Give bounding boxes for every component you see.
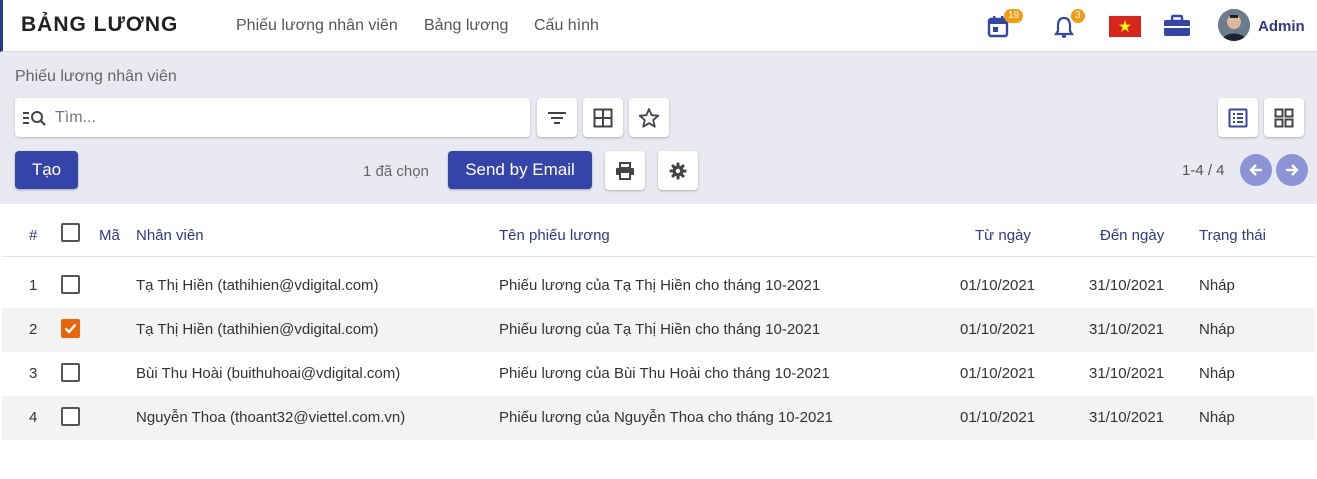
arrow-left-icon xyxy=(1249,164,1262,176)
favorites-button[interactable] xyxy=(629,98,669,137)
send-email-button[interactable]: Send by Email xyxy=(448,151,592,189)
row-from-date: 01/10/2021 xyxy=(960,365,1036,382)
grid-view-icon xyxy=(1274,108,1294,127)
payslip-table: # Mã Nhân viên Tên phiếu lương Từ ngày Đ… xyxy=(2,204,1315,440)
row-checkbox[interactable] xyxy=(61,319,80,338)
create-button[interactable]: Tạo xyxy=(15,151,78,189)
notification-badge: 3 xyxy=(1071,9,1085,23)
app-title[interactable]: BẢNG LƯƠNG xyxy=(21,13,178,37)
table-row[interactable]: 4 Nguyễn Thoa (thoant32@viettel.com.vn) … xyxy=(2,396,1315,440)
table-row[interactable]: 1 Tạ Thị Hiền (tathihien@vdigital.com) P… xyxy=(2,264,1315,308)
row-status: Nháp xyxy=(1199,409,1235,426)
table-row[interactable]: 2 Tạ Thị Hiền (tathihien@vdigital.com) P… xyxy=(2,308,1315,352)
list-view-button[interactable] xyxy=(1218,98,1258,137)
notification-button[interactable]: 3 xyxy=(1053,9,1093,40)
pager-next-button[interactable] xyxy=(1276,154,1308,186)
user-photo-icon xyxy=(1218,9,1250,41)
printer-icon xyxy=(616,161,634,180)
column-code[interactable]: Mã xyxy=(99,227,120,244)
briefcase-icon xyxy=(1164,14,1190,36)
pager-previous-button[interactable] xyxy=(1240,154,1272,186)
table-row[interactable]: 3 Bùi Thu Hoài (buithuhoai@vdigital.com)… xyxy=(2,352,1315,396)
print-button[interactable] xyxy=(605,151,645,190)
row-status: Nháp xyxy=(1199,277,1235,294)
filter-icon xyxy=(548,111,566,124)
row-status: Nháp xyxy=(1199,321,1235,338)
row-checkbox[interactable] xyxy=(61,363,80,382)
column-status[interactable]: Trạng thái xyxy=(1199,227,1266,244)
row-index: 3 xyxy=(29,365,38,382)
row-checkbox[interactable] xyxy=(61,407,80,426)
search-icon xyxy=(23,111,46,126)
kanban-view-button[interactable] xyxy=(1264,98,1304,137)
row-to-date: 31/10/2021 xyxy=(1089,409,1165,426)
top-navbar: BẢNG LƯƠNG Phiếu lương nhân viên Bảng lư… xyxy=(0,0,1317,52)
row-to-date: 31/10/2021 xyxy=(1089,365,1165,382)
gear-icon xyxy=(669,162,687,179)
row-index: 4 xyxy=(29,409,38,426)
row-index: 1 xyxy=(29,277,38,294)
column-index: # xyxy=(29,227,38,244)
list-view-icon xyxy=(1228,108,1248,127)
row-employee: Tạ Thị Hiền (tathihien@vdigital.com) xyxy=(136,321,379,338)
checkmark-icon xyxy=(64,323,77,334)
action-button[interactable] xyxy=(658,151,698,190)
avatar[interactable] xyxy=(1218,9,1250,41)
breadcrumb: Phiếu lương nhân viên xyxy=(15,68,177,85)
row-from-date: 01/10/2021 xyxy=(960,277,1036,294)
apps-button[interactable] xyxy=(1163,12,1191,40)
calendar-button[interactable]: 19 xyxy=(987,9,1027,40)
table-header: # Mã Nhân viên Tên phiếu lương Từ ngày Đ… xyxy=(2,204,1315,257)
language-button[interactable] xyxy=(1109,16,1141,37)
control-panel: Phiếu lương nhân viên Tìm... Tạo 1 đã ch… xyxy=(0,53,1317,204)
row-payslip-name: Phiếu lương của Tạ Thị Hiền cho tháng 10… xyxy=(499,321,821,338)
pager-value[interactable]: 1-4 / 4 xyxy=(1182,162,1225,179)
row-checkbox[interactable] xyxy=(61,275,80,294)
row-payslip-name: Phiếu lương của Tạ Thị Hiền cho tháng 10… xyxy=(499,277,821,294)
row-employee: Nguyễn Thoa (thoant32@viettel.com.vn) xyxy=(136,409,406,426)
user-name[interactable]: Admin xyxy=(1258,18,1305,35)
column-to-date[interactable]: Đến ngày xyxy=(1100,227,1164,244)
row-payslip-name: Phiếu lương của Bùi Thu Hoài cho tháng 1… xyxy=(499,365,830,382)
search-input[interactable]: Tìm... xyxy=(15,98,530,137)
table-grid-icon xyxy=(593,108,613,127)
select-all-checkbox[interactable] xyxy=(61,223,80,242)
group-by-button[interactable] xyxy=(583,98,623,137)
row-employee: Bùi Thu Hoài (buithuhoai@vdigital.com) xyxy=(136,365,401,382)
row-to-date: 31/10/2021 xyxy=(1089,277,1165,294)
nav-settings[interactable]: Cấu hình xyxy=(534,17,599,35)
row-index: 2 xyxy=(29,321,38,338)
row-payslip-name: Phiếu lương của Nguyễn Thoa cho tháng 10… xyxy=(499,409,834,426)
row-from-date: 01/10/2021 xyxy=(960,321,1036,338)
selected-count: 1 đã chọn xyxy=(363,163,429,180)
row-status: Nháp xyxy=(1199,365,1235,382)
row-employee: Tạ Thị Hiền (tathihien@vdigital.com) xyxy=(136,277,379,294)
vietnam-flag-icon xyxy=(1109,16,1141,37)
arrow-right-icon xyxy=(1286,164,1299,176)
search-placeholder: Tìm... xyxy=(55,109,96,126)
nav-payroll[interactable]: Bảng lương xyxy=(424,17,508,35)
column-payslip-name[interactable]: Tên phiếu lương xyxy=(499,227,610,244)
star-icon xyxy=(638,107,660,128)
column-employee[interactable]: Nhân viên xyxy=(136,227,204,244)
calendar-badge: 19 xyxy=(1004,9,1024,23)
row-from-date: 01/10/2021 xyxy=(960,409,1036,426)
filter-button[interactable] xyxy=(537,98,577,137)
row-to-date: 31/10/2021 xyxy=(1089,321,1165,338)
nav-payslips[interactable]: Phiếu lương nhân viên xyxy=(236,17,398,35)
column-from-date[interactable]: Từ ngày xyxy=(975,227,1031,244)
